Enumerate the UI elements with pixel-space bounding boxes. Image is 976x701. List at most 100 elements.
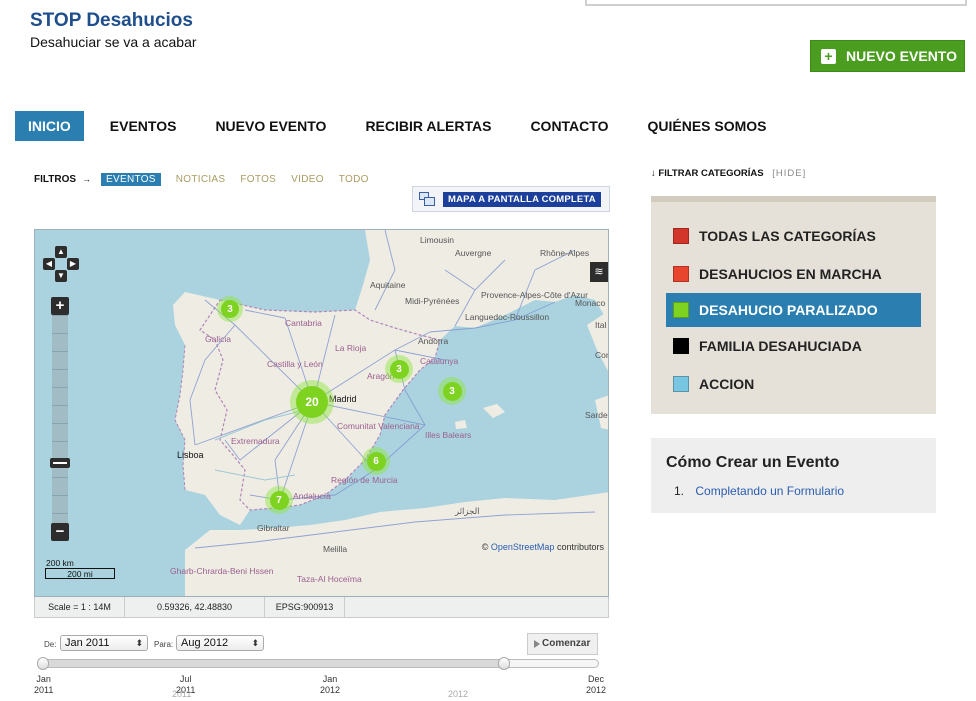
map-epsg-readout: EPSG:900913 [265, 597, 345, 617]
cluster-madrid[interactable]: 20 [290, 380, 334, 424]
fullscreen-map-button[interactable]: MAPA A PANTALLA COMPLETA [412, 186, 610, 212]
filter-eventos[interactable]: EVENTOS [101, 172, 161, 186]
events-map[interactable]: Limousin Auvergne Rhône-Alpes Aquitaine … [34, 229, 609, 597]
nav-item-quienes-somos[interactable]: QUIÉNES SOMOS [634, 111, 779, 141]
category-swatch [673, 228, 689, 244]
tick-jan-2011: Jan 2011 [34, 674, 54, 695]
fullscreen-icon [419, 192, 435, 206]
to-label: Para: [154, 640, 174, 649]
map-label-illes-balears: Illes Balears [425, 430, 472, 440]
map-label-la-rioja: La Rioja [335, 343, 367, 353]
map-scale-readout: Scale = 1 : 14M [35, 597, 125, 617]
map-attribution: © OpenStreetMap contributors [481, 542, 604, 552]
site-title[interactable]: STOP Desahucios [30, 10, 193, 32]
timeline-track[interactable] [41, 659, 599, 668]
tick-jan-2012: Jan 2012 [320, 674, 341, 695]
tick-2012-faded: 2012 [448, 689, 469, 699]
category-accion[interactable]: ACCION [651, 365, 936, 403]
map-label-castilla-leon: Castilla y León [267, 359, 323, 369]
map-label-languedoc: Languedoc-Roussillon [465, 312, 550, 322]
cluster-aragon[interactable]: 3 [385, 355, 413, 383]
category-list: TODAS LAS CATEGORÍAS DESAHUCIOS EN MARCH… [651, 196, 936, 414]
category-familia-desahuciada[interactable]: FAMILIA DESAHUCIADA [651, 327, 936, 365]
map-label-galicia: Galicia [205, 334, 231, 344]
category-swatch [673, 376, 689, 392]
map-label-region-murcia: Región de Murcia [331, 475, 398, 485]
nav-item-eventos[interactable]: EVENTOS [97, 111, 190, 141]
map-label-comunitat: Comunitat Valenciana [337, 421, 420, 431]
cluster-mediterranean[interactable]: 3 [438, 377, 466, 405]
nav-item-contacto[interactable]: CONTACTO [517, 111, 621, 141]
map-label-sarde: Sarde [585, 410, 608, 420]
filters-label: FILTROS [34, 173, 77, 185]
list-item: 1. Completando un Formulario [674, 484, 845, 498]
map-label-monaco: Monaco [575, 298, 606, 308]
category-swatch [673, 266, 689, 282]
start-button[interactable]: Comenzar [527, 633, 598, 655]
howto-form-link[interactable]: Completando un Formulario [695, 484, 844, 498]
cluster-count: 7 [269, 490, 289, 510]
arrow-right-icon: → [82, 174, 92, 184]
arrow-down-icon: ↓ [651, 168, 656, 179]
media-filters: FILTROS → EVENTOS NOTICIAS FOTOS VIDEO T… [34, 172, 384, 186]
zoom-slider-handle[interactable] [50, 458, 70, 468]
cluster-count: 6 [366, 451, 386, 471]
timeline-selected-range [42, 660, 506, 667]
category-swatch [673, 302, 689, 318]
map-label-andorra: Andorra [418, 336, 449, 346]
layer-switcher-icon[interactable]: ≋ [590, 262, 608, 282]
cluster-galicia[interactable]: 3 [217, 296, 243, 322]
hide-categories-link[interactable]: [HIDE] [772, 168, 806, 179]
filter-video[interactable]: VIDEO [291, 174, 324, 185]
tick-2011-faded: 2011 [172, 689, 192, 699]
cluster-count: 3 [221, 300, 239, 318]
map-scalebar: 200 km 200 mi [45, 558, 115, 579]
howto-list: 1. Completando un Formulario [666, 484, 921, 498]
site-tagline: Desahuciar se va a acabar [30, 34, 197, 50]
zoom-control: + − [50, 295, 71, 545]
to-date-select[interactable]: Aug 2012 [176, 635, 264, 651]
map-label-gharb: Gharb-Chrarda-Beni Hssen [170, 566, 274, 576]
pan-right-icon[interactable]: ▶ [67, 258, 79, 270]
nav-item-inicio[interactable]: INICIO [15, 111, 84, 141]
plus-icon: + [821, 48, 836, 64]
new-event-button[interactable]: + NUEVO EVENTO [810, 40, 965, 72]
timeline-start-handle[interactable] [37, 657, 49, 670]
filter-fotos[interactable]: FOTOS [240, 174, 276, 185]
pan-up-icon[interactable]: ▲ [55, 246, 67, 258]
zoom-slider-track[interactable] [52, 315, 68, 527]
nav-item-recibir-alertas[interactable]: RECIBIR ALERTAS [352, 111, 504, 141]
pan-left-icon[interactable]: ◀ [43, 258, 55, 270]
nav-item-nuevo-evento[interactable]: NUEVO EVENTO [202, 111, 339, 141]
category-todas[interactable]: TODAS LAS CATEGORÍAS [651, 217, 936, 255]
main-nav: INICIO EVENTOS NUEVO EVENTO RECIBIR ALER… [15, 111, 793, 141]
map-label-ital: Ital [595, 320, 607, 330]
map-label-provence: Provence-Alpes-Côte d'Azur [481, 290, 588, 300]
fullscreen-map-label: MAPA A PANTALLA COMPLETA [443, 191, 601, 207]
filter-noticias[interactable]: NOTICIAS [176, 174, 226, 185]
map-label-lisboa: Lisboa [177, 450, 204, 460]
map-label-cors: Cors [595, 350, 609, 360]
map-label-auvergne: Auvergne [455, 248, 492, 258]
filter-todo[interactable]: TODO [339, 174, 369, 185]
cluster-andalucia[interactable]: 7 [265, 486, 293, 514]
zoom-out-button[interactable]: − [51, 523, 69, 541]
map-label-limousin: Limousin [420, 235, 455, 245]
category-desahucios-en-marcha[interactable]: DESAHUCIOS EN MARCHA [651, 255, 936, 293]
map-label-alger: الجزائر [455, 506, 480, 516]
zoom-in-button[interactable]: + [51, 297, 69, 315]
from-date-select[interactable]: Jan 2011 [60, 635, 148, 651]
pan-down-icon[interactable]: ▼ [55, 270, 67, 282]
cluster-count: 3 [442, 381, 462, 401]
map-label-rhone-alpes: Rhône-Alpes [540, 248, 590, 258]
map-label-aquitaine: Aquitaine [370, 280, 406, 290]
map-label-andalucia: Andalucía [293, 491, 331, 501]
category-desahucio-paralizado[interactable]: DESAHUCIO PARALIZADO [666, 293, 921, 327]
map-label-extremadura: Extremadura [231, 436, 280, 446]
search-input[interactable] [585, 0, 967, 6]
cluster-murcia[interactable]: 6 [362, 447, 390, 475]
timeline-end-handle[interactable] [498, 657, 511, 670]
filter-categories-title[interactable]: FILTRAR CATEGORÍAS [658, 168, 763, 179]
osm-link[interactable]: OpenStreetMap [491, 542, 555, 552]
category-swatch [673, 338, 689, 354]
